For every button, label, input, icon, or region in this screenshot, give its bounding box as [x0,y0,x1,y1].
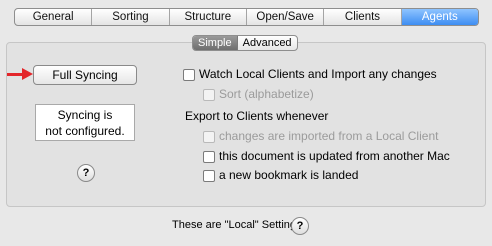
preferences-tab-bar: General Sorting Structure Open/Save Clie… [14,8,479,26]
sync-status-box: Syncing is not configured. [35,104,135,141]
bookmark-landed-checkbox[interactable] [203,170,215,182]
bookmark-landed-label: a new bookmark is landed [219,168,359,182]
sort-label: Sort (alphabetize) [219,87,314,101]
watch-clients-checkbox[interactable] [183,69,195,81]
tab-clients[interactable]: Clients [324,9,402,25]
tab-sorting[interactable]: Sorting [92,9,170,25]
segment-advanced[interactable]: Advanced [238,36,297,50]
status-line-1: Syncing is [57,108,113,122]
tab-structure[interactable]: Structure [170,9,247,25]
document-updated-label: this document is updated from another Ma… [219,149,450,163]
footer-text: These are "Local" Settings [172,219,302,231]
tab-general[interactable]: General [15,9,93,25]
tab-agents[interactable]: Agents [401,9,478,25]
document-updated-checkbox[interactable] [203,151,215,163]
status-line-2: not configured. [45,124,125,138]
watch-clients-label: Watch Local Clients and Import any chang… [199,67,437,81]
segment-simple[interactable]: Simple [193,36,238,50]
red-arrow-icon [22,68,33,80]
export-heading: Export to Clients whenever [185,109,329,123]
sort-checkbox[interactable] [203,89,215,101]
footer-help-icon[interactable]: ? [291,217,309,235]
help-icon[interactable]: ? [77,164,95,182]
changes-imported-checkbox[interactable] [203,131,215,143]
mode-segmented-control: Simple Advanced [192,35,298,51]
changes-imported-label: changes are imported from a Local Client [219,129,439,143]
full-syncing-button[interactable]: Full Syncing [33,65,137,85]
tab-open-save[interactable]: Open/Save [247,9,325,25]
